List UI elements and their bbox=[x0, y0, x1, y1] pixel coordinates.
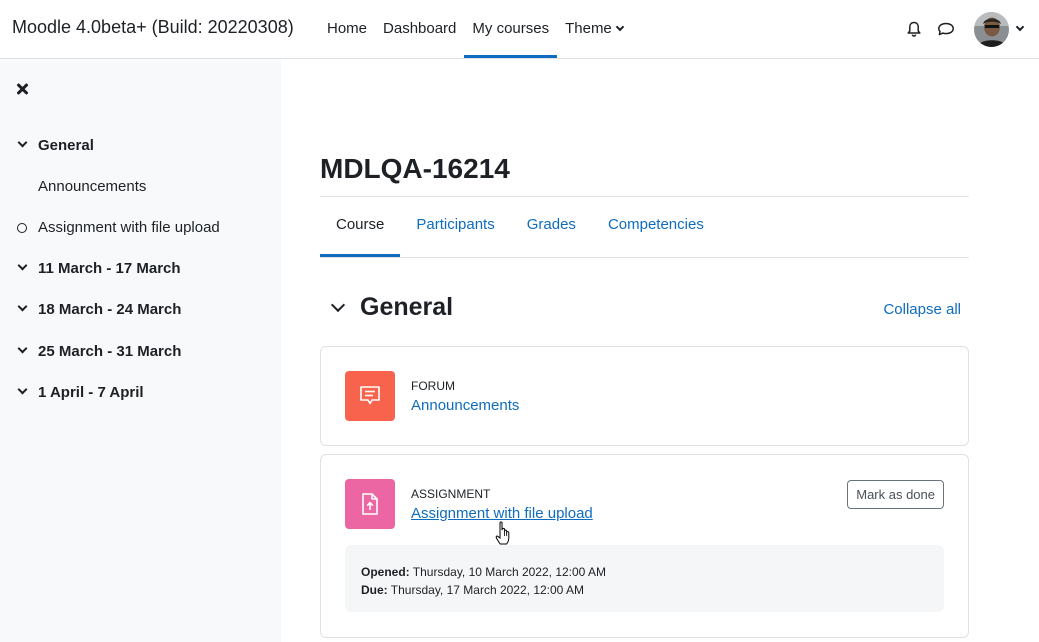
top-navbar: Moodle 4.0beta+ (Build: 20220308) Home D… bbox=[0, 0, 1039, 59]
drawer-section-week-2[interactable]: 18 March - 24 March bbox=[0, 298, 281, 322]
drawer-item-announcements[interactable]: Announcements bbox=[0, 175, 281, 199]
tab-competencies-label: Competencies bbox=[607, 215, 704, 233]
due-date-row: Due: Thursday, 17 March 2022, 12:00 AM bbox=[361, 581, 928, 599]
due-label: Due: bbox=[361, 583, 388, 597]
chat-bubble-icon bbox=[938, 22, 954, 36]
user-nav bbox=[898, 0, 1039, 58]
drawer-item-label: General bbox=[38, 137, 94, 154]
opened-label: Opened: bbox=[361, 565, 410, 579]
nav-theme-label: Theme bbox=[565, 20, 612, 37]
site-name[interactable]: Moodle 4.0beta+ (Build: 20220308) bbox=[12, 17, 294, 38]
file-upload-icon[interactable] bbox=[345, 479, 395, 529]
forum-icon[interactable] bbox=[345, 371, 395, 421]
notifications-button[interactable] bbox=[898, 13, 930, 45]
chevron-down-icon[interactable] bbox=[17, 260, 28, 271]
activity-card-assignment: ASSIGNMENT Assignment with file upload M… bbox=[320, 454, 969, 638]
tab-grades[interactable]: Grades bbox=[511, 197, 592, 257]
nav-theme-dropdown[interactable]: Theme bbox=[557, 0, 631, 58]
page-title: MDLQA-16214 bbox=[320, 153, 510, 184]
chevron-down-icon[interactable] bbox=[330, 300, 344, 314]
tab-course[interactable]: Course bbox=[320, 197, 401, 257]
drawer-item-label: 18 March - 24 March bbox=[38, 301, 182, 318]
user-menu-toggle[interactable] bbox=[974, 11, 1025, 47]
opened-value: Thursday, 10 March 2022, 12:00 AM bbox=[412, 565, 607, 579]
nav-my-courses[interactable]: My courses bbox=[464, 0, 558, 58]
nav-dashboard-label: Dashboard bbox=[383, 20, 457, 37]
section-title: General bbox=[360, 293, 454, 321]
primary-navigation: Home Dashboard My courses Theme bbox=[319, 0, 631, 58]
chevron-down-icon[interactable] bbox=[17, 137, 28, 148]
hand-cursor-icon bbox=[495, 521, 510, 545]
drawer-item-label: 25 March - 31 March bbox=[38, 343, 182, 360]
nav-my-courses-label: My courses bbox=[472, 20, 550, 37]
tab-course-label: Course bbox=[336, 215, 385, 233]
chevron-down-icon bbox=[1015, 22, 1025, 32]
drawer-section-week-1[interactable]: 11 March - 17 March bbox=[0, 257, 281, 281]
tab-competencies[interactable]: Competencies bbox=[592, 197, 720, 257]
activity-type-label: FORUM bbox=[411, 379, 455, 393]
messages-button[interactable] bbox=[930, 13, 962, 45]
tab-participants-label: Participants bbox=[416, 215, 495, 233]
activity-card-forum: FORUM Announcements bbox=[320, 346, 969, 446]
course-index-drawer: General Announcements Assignment with fi… bbox=[0, 59, 281, 642]
bell-icon bbox=[907, 21, 921, 37]
circle-icon bbox=[17, 223, 27, 233]
tab-grades-label: Grades bbox=[526, 215, 576, 233]
drawer-item-label: Announcements bbox=[38, 178, 147, 195]
mark-as-done-button[interactable]: Mark as done bbox=[847, 480, 944, 509]
activity-dates: Opened: Thursday, 10 March 2022, 12:00 A… bbox=[345, 545, 944, 612]
drawer-section-week-4[interactable]: 1 April - 7 April bbox=[0, 381, 281, 405]
drawer-item-label: 1 April - 7 April bbox=[38, 384, 144, 401]
drawer-item-assignment[interactable]: Assignment with file upload bbox=[0, 216, 281, 240]
chevron-down-icon[interactable] bbox=[17, 343, 28, 354]
close-icon[interactable] bbox=[14, 81, 30, 97]
nav-dashboard[interactable]: Dashboard bbox=[375, 0, 464, 58]
tab-participants[interactable]: Participants bbox=[400, 197, 510, 257]
drawer-section-week-3[interactable]: 25 March - 31 March bbox=[0, 340, 281, 364]
due-value: Thursday, 17 March 2022, 12:00 AM bbox=[390, 583, 585, 597]
activity-link-assignment[interactable]: Assignment with file upload bbox=[411, 505, 593, 522]
collapse-all-link[interactable]: Collapse all bbox=[883, 301, 961, 318]
drawer-item-label: 11 March - 17 March bbox=[38, 260, 181, 277]
chevron-down-icon[interactable] bbox=[17, 384, 28, 395]
chevron-down-icon bbox=[615, 22, 625, 31]
opened-date-row: Opened: Thursday, 10 March 2022, 12:00 A… bbox=[361, 563, 928, 581]
avatar bbox=[974, 11, 1009, 47]
secondary-navigation: Course Participants Grades Competencies bbox=[320, 197, 969, 258]
drawer-item-label: Assignment with file upload bbox=[38, 219, 220, 236]
nav-home-label: Home bbox=[327, 20, 368, 37]
nav-home[interactable]: Home bbox=[319, 0, 375, 58]
chevron-down-icon[interactable] bbox=[17, 301, 28, 312]
activity-link-announcements[interactable]: Announcements bbox=[411, 397, 519, 414]
drawer-section-general[interactable]: General bbox=[0, 134, 281, 158]
activity-type-label: ASSIGNMENT bbox=[411, 487, 491, 501]
